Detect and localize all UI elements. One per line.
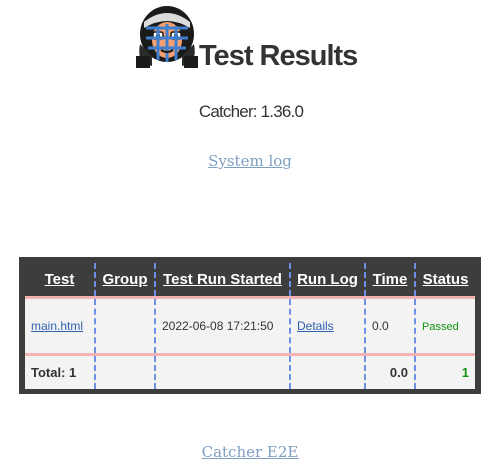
group-cell bbox=[94, 296, 155, 356]
status-cell: Passed bbox=[414, 296, 475, 356]
details-link[interactable]: Details bbox=[297, 319, 334, 333]
column-header-group[interactable]: Group bbox=[94, 263, 155, 298]
results-table: Test Group Test Run Started Run Log Time… bbox=[25, 263, 475, 389]
total-time: 0.0 bbox=[364, 354, 415, 389]
footer: Catcher E2E bbox=[0, 443, 496, 461]
column-header-status[interactable]: Status bbox=[414, 263, 475, 298]
status-badge: Passed bbox=[422, 320, 459, 333]
column-header-test[interactable]: Test bbox=[25, 263, 95, 298]
results-table-frame: Test Group Test Run Started Run Log Time… bbox=[19, 257, 481, 394]
page-header: Test Results bbox=[0, 0, 496, 80]
table-row: main.html 2022-06-08 17:21:50 Details 0.… bbox=[25, 296, 475, 356]
total-group-cell bbox=[94, 354, 155, 389]
page-title: Test Results bbox=[199, 40, 358, 72]
total-passed-count: 1 bbox=[414, 354, 475, 389]
total-label: Total: 1 bbox=[25, 354, 95, 389]
total-started-cell bbox=[154, 354, 290, 389]
catcher-e2e-link[interactable]: Catcher E2E bbox=[202, 443, 299, 461]
run-log-cell: Details bbox=[289, 296, 365, 356]
test-file-link[interactable]: main.html bbox=[31, 319, 83, 333]
catcher-mask-icon bbox=[136, 4, 198, 68]
column-header-run-log[interactable]: Run Log bbox=[289, 263, 365, 298]
table-header-row: Test Group Test Run Started Run Log Time… bbox=[25, 263, 475, 298]
system-log-container: System log bbox=[0, 152, 496, 170]
total-row: Total: 1 0.0 1 bbox=[25, 354, 475, 389]
total-run-log-cell bbox=[289, 354, 365, 389]
test-cell: main.html bbox=[25, 296, 95, 356]
started-cell: 2022-06-08 17:21:50 bbox=[154, 296, 290, 356]
time-cell: 0.0 bbox=[364, 296, 415, 356]
catcher-version: Catcher: 1.36.0 bbox=[198, 102, 304, 121]
column-header-test-run-started[interactable]: Test Run Started bbox=[154, 263, 290, 298]
column-header-time[interactable]: Time bbox=[364, 263, 415, 298]
system-log-link[interactable]: System log bbox=[208, 152, 292, 170]
